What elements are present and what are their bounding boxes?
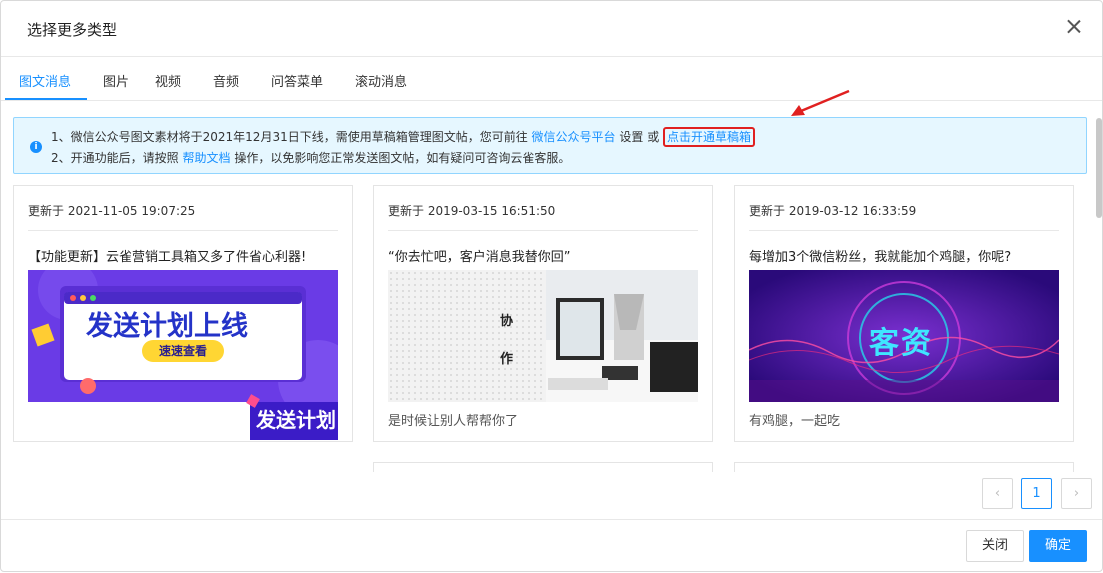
open-drafts-link[interactable]: 点击开通草稿箱 bbox=[663, 127, 756, 147]
info-notice: i 1、微信公众号图文素材将于2021年12月31日下线，需使用草稿箱管理图文帖… bbox=[13, 117, 1087, 174]
info-icon: i bbox=[30, 141, 42, 153]
image-caption: 协 bbox=[500, 314, 514, 329]
banner-side-text: 发送计划 bbox=[256, 408, 336, 432]
banner-headline: 发送计划上线 bbox=[86, 311, 248, 342]
active-tab-indicator bbox=[5, 98, 87, 100]
image-caption: 作 bbox=[500, 352, 514, 367]
divider bbox=[749, 230, 1059, 231]
tab-qa-menu[interactable]: 问答菜单 bbox=[271, 71, 323, 90]
updated-time: 更新于 2019-03-12 16:33:59 bbox=[749, 204, 917, 218]
divider bbox=[388, 230, 698, 231]
article-thumbnail: 发送计划上线 速速查看 发送计划 bbox=[28, 270, 338, 440]
article-thumbnail: 协 作 bbox=[388, 270, 698, 402]
notice-line-2: 2、开通功能后，请按照 帮助文档 操作，以免影响您正常发送图文帖，如有疑问可咨询… bbox=[51, 149, 570, 166]
dialog-title: 选择更多类型 bbox=[27, 21, 118, 39]
updated-time: 更新于 2019-03-15 16:51:50 bbox=[388, 204, 556, 218]
article-title: 每增加3个微信粉丝，我就能加个鸡腿，你呢? bbox=[749, 250, 1012, 265]
page-button[interactable]: 1 bbox=[1021, 478, 1052, 509]
confirm-button[interactable]: 确定 bbox=[1029, 530, 1087, 562]
dialog-footer: 关闭 确定 bbox=[1, 519, 1102, 573]
close-button[interactable]: 关闭 bbox=[966, 530, 1024, 562]
article-card[interactable]: 更新于 2021-11-05 19:07:25 【功能更新】云雀营销工具箱又多了… bbox=[13, 185, 353, 442]
article-card[interactable] bbox=[373, 462, 713, 472]
article-description: 有鸡腿，一起吃 bbox=[749, 414, 841, 429]
article-thumbnail: 客资 bbox=[749, 270, 1059, 402]
notice-text: 1、微信公众号图文素材将于2021年12月31日下线，需使用草稿箱管理图文帖，您… bbox=[51, 130, 528, 144]
notice-line-1: 1、微信公众号图文素材将于2021年12月31日下线，需使用草稿箱管理图文帖，您… bbox=[51, 127, 756, 147]
next-page-button[interactable]: › bbox=[1061, 478, 1092, 509]
notice-text: 设置 或 bbox=[619, 130, 660, 144]
article-title: 【功能更新】云雀营销工具箱又多了件省心利器! bbox=[28, 250, 307, 265]
type-tabs: 图文消息 图片 视频 音频 问答菜单 滚动消息 bbox=[1, 58, 1102, 101]
notice-text: 操作，以免影响您正常发送图文帖，如有疑问可咨询云雀客服。 bbox=[234, 151, 571, 165]
article-description: 是时候让别人帮帮你了 bbox=[388, 414, 519, 429]
tab-audio[interactable]: 音频 bbox=[213, 71, 239, 90]
tab-image[interactable]: 图片 bbox=[103, 71, 129, 90]
wechat-platform-link[interactable]: 微信公众号平台 bbox=[532, 130, 616, 144]
article-card[interactable] bbox=[734, 462, 1074, 472]
notice-text: 2、开通功能后，请按照 bbox=[51, 151, 179, 165]
article-title: “你去忙吧，客户消息我替你回” bbox=[388, 250, 571, 265]
help-doc-link[interactable]: 帮助文档 bbox=[182, 151, 230, 165]
divider bbox=[28, 230, 338, 231]
tab-video[interactable]: 视频 bbox=[155, 71, 181, 90]
close-icon[interactable] bbox=[1062, 15, 1086, 39]
dialog-header: 选择更多类型 bbox=[1, 1, 1102, 57]
red-arrow-annotation bbox=[791, 89, 850, 116]
prev-page-button[interactable]: ‹ bbox=[982, 478, 1013, 509]
updated-time: 更新于 2021-11-05 19:07:25 bbox=[28, 204, 196, 218]
tab-scroll-message[interactable]: 滚动消息 bbox=[355, 71, 407, 90]
banner-button: 速速查看 bbox=[142, 340, 224, 362]
article-card[interactable]: 更新于 2019-03-15 16:51:50 “你去忙吧，客户消息我替你回” bbox=[373, 185, 713, 442]
article-card[interactable]: 更新于 2019-03-12 16:33:59 每增加3个微信粉丝，我就能加个鸡… bbox=[734, 185, 1074, 442]
select-type-dialog: 选择更多类型 图文消息 图片 视频 音频 问答菜单 滚动消息 i 1、微信公众号… bbox=[0, 0, 1103, 572]
tab-image-text[interactable]: 图文消息 bbox=[19, 71, 71, 90]
scrollbar[interactable] bbox=[1096, 118, 1102, 218]
image-caption: 客资 bbox=[869, 326, 933, 361]
